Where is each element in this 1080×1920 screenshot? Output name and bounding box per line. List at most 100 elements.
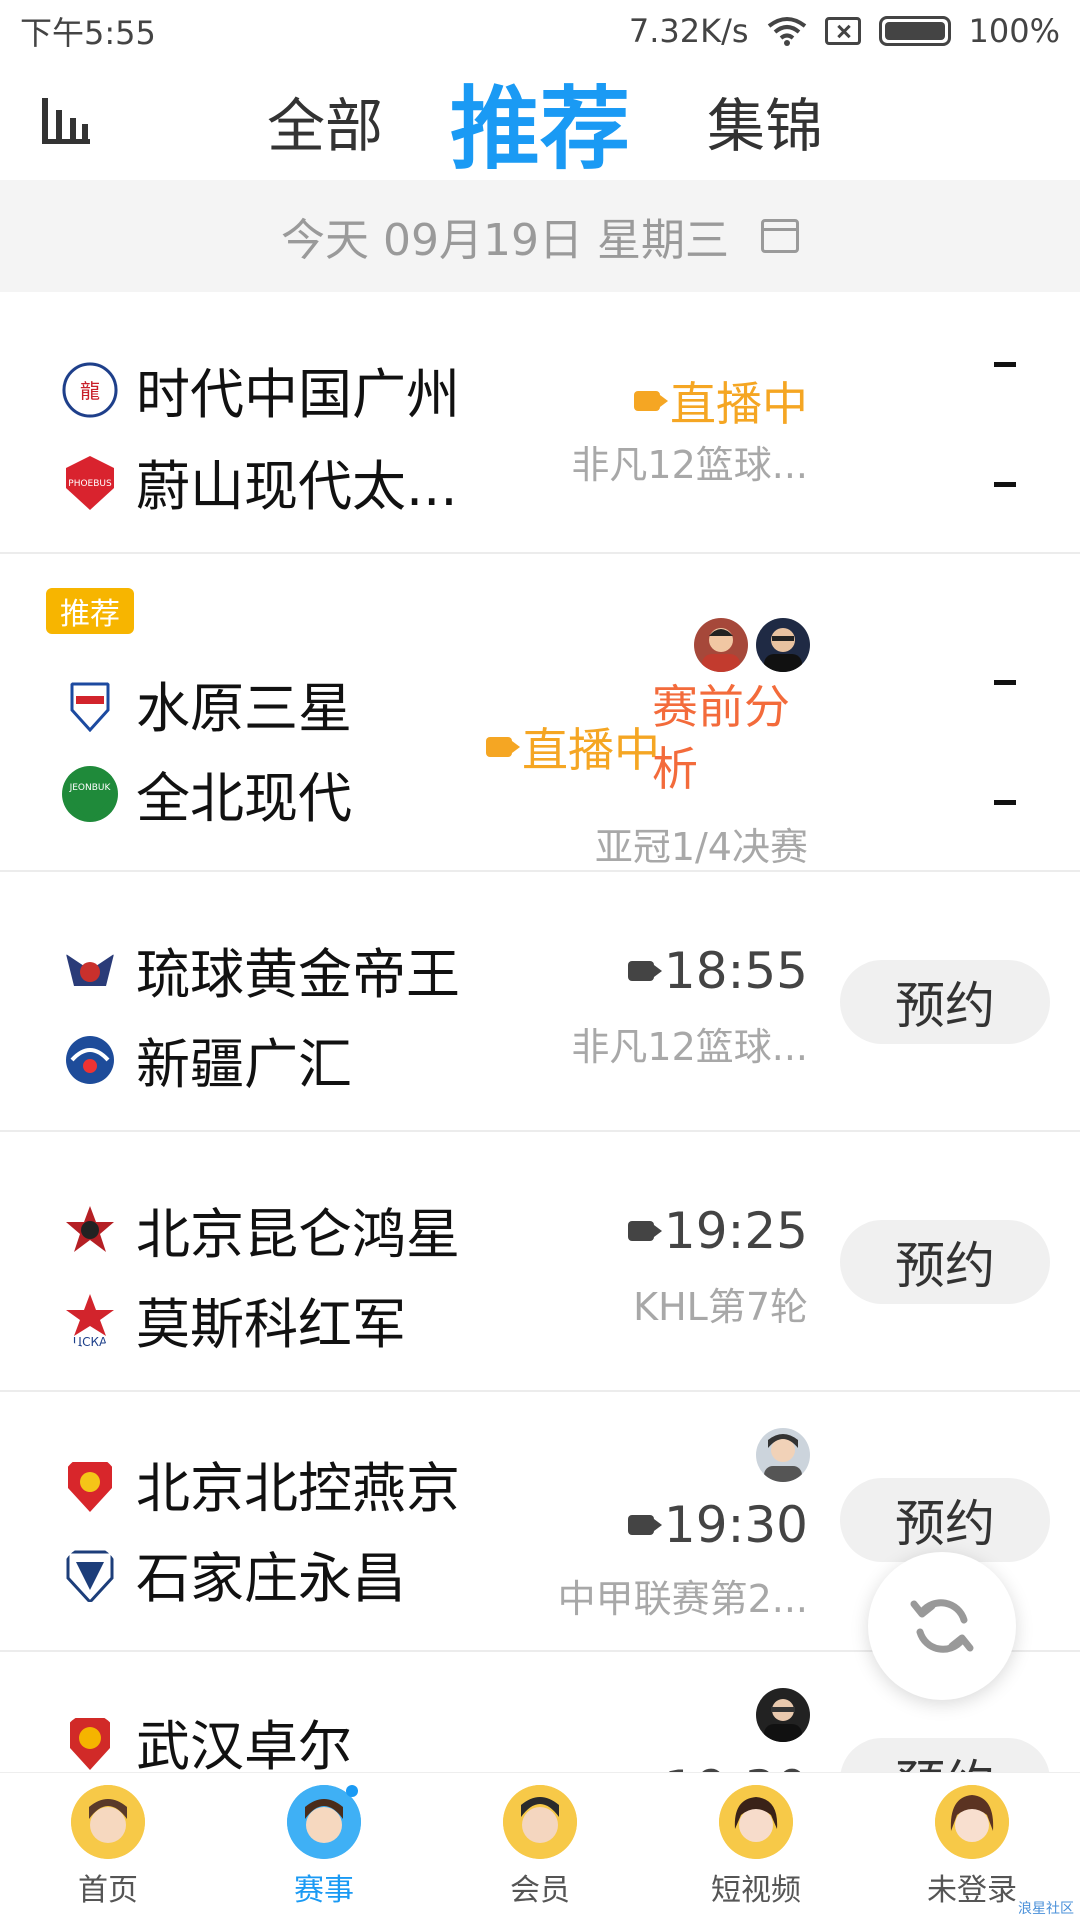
nav-short-video-avatar-icon bbox=[719, 1785, 793, 1859]
svg-text:PHOEBUS: PHOEBUS bbox=[68, 479, 112, 489]
league-name: 亚冠1/4决赛 bbox=[594, 825, 808, 869]
home-team: 武汉卓尔 bbox=[62, 1702, 352, 1781]
video-camera-icon bbox=[627, 961, 662, 981]
nav-short-video[interactable]: 短视频 bbox=[648, 1773, 864, 1920]
away-team: PHOEBUS 蔚山现代太... bbox=[62, 442, 458, 521]
match-row[interactable]: 琉球黄金帝王 新疆广汇 18:55 非凡12篮球... 预约 bbox=[0, 872, 1080, 1132]
nav-home-avatar-icon bbox=[71, 1785, 145, 1859]
team-logo bbox=[62, 1713, 118, 1770]
status-bar: 下午5:55 7.32K/s 100% bbox=[0, 0, 1080, 62]
match-row[interactable]: 推荐 水原三星 JEONBUK 全北现代 直播中 赛前分析 亚冠1/4决赛 bbox=[0, 554, 1080, 872]
nav-events-label: 赛事 bbox=[294, 1873, 354, 1908]
away-team-name: 全北现代 bbox=[136, 767, 352, 830]
team-logo: ЦСКА bbox=[62, 1291, 118, 1348]
away-team: 石家庄永昌 bbox=[62, 1534, 406, 1613]
analyst-avatar[interactable] bbox=[756, 1428, 810, 1482]
away-score-dash bbox=[994, 800, 1016, 805]
nav-member-avatar-icon bbox=[503, 1785, 577, 1859]
away-team-name: 蔚山现代太... bbox=[136, 455, 458, 518]
video-camera-icon bbox=[634, 391, 668, 411]
date-text: 今天 09月19日 星期三 bbox=[281, 215, 729, 266]
team-logo: PHOEBUS bbox=[62, 453, 118, 510]
team-logo bbox=[62, 675, 118, 732]
league-name: 非凡12篮球... bbox=[571, 1025, 808, 1069]
home-team: 琉球黄金帝王 bbox=[62, 930, 460, 1009]
watermark: 浪星社区 bbox=[1018, 1901, 1074, 1917]
team-logo: 龍 bbox=[62, 361, 118, 418]
svg-text:龍: 龍 bbox=[80, 379, 100, 403]
match-row[interactable]: 北京昆仑鸿星 ЦСКА 莫斯科红军 19:25 KHL第7轮 预约 bbox=[0, 1132, 1080, 1392]
live-status-text: 直播中 bbox=[670, 377, 808, 431]
refresh-button[interactable] bbox=[868, 1552, 1016, 1700]
live-status: 直播中 bbox=[634, 368, 808, 434]
match-time: 19:25 bbox=[627, 1202, 808, 1260]
league-name: 中甲联赛第2... bbox=[557, 1577, 808, 1621]
home-team-name: 琉球黄金帝王 bbox=[136, 943, 460, 1006]
home-team: 北京昆仑鸿星 bbox=[62, 1190, 460, 1269]
reserve-button[interactable]: 预约 bbox=[840, 1478, 1050, 1562]
home-team-name: 时代中国广州 bbox=[136, 363, 460, 426]
home-team-name: 北京昆仑鸿星 bbox=[136, 1203, 460, 1266]
wifi-icon bbox=[767, 17, 806, 46]
nav-events[interactable]: 赛事 bbox=[216, 1773, 432, 1920]
refresh-icon bbox=[910, 1599, 974, 1653]
network-speed: 7.32K/s bbox=[628, 12, 749, 50]
nav-home[interactable]: 首页 bbox=[0, 1773, 216, 1920]
league-name: 非凡12篮球... bbox=[571, 443, 808, 487]
away-team-name: 新疆广汇 bbox=[136, 1033, 352, 1096]
team-logo bbox=[62, 1455, 118, 1512]
svg-text:JEONBUK: JEONBUK bbox=[69, 783, 112, 793]
nav-login-avatar-icon bbox=[935, 1785, 1009, 1859]
away-team-name: 石家庄永昌 bbox=[136, 1547, 406, 1610]
live-status-text: 直播中 bbox=[522, 723, 660, 777]
home-team-name: 武汉卓尔 bbox=[136, 1715, 352, 1778]
team-logo bbox=[62, 1201, 118, 1258]
calendar-icon[interactable] bbox=[760, 219, 799, 253]
video-camera-icon bbox=[486, 737, 520, 757]
match-row[interactable]: 龍 时代中国广州 PHOEBUS 蔚山现代太... 直播中 非凡12篮球... bbox=[0, 292, 1080, 554]
nav-not-logged-in-label: 未登录 bbox=[927, 1873, 1017, 1908]
home-score-dash bbox=[994, 362, 1016, 367]
team-logo bbox=[62, 1031, 118, 1088]
away-team: JEONBUK 全北现代 bbox=[62, 754, 352, 833]
home-team: 水原三星 bbox=[62, 664, 352, 743]
video-camera-icon bbox=[627, 1515, 662, 1535]
team-logo bbox=[62, 1545, 118, 1602]
away-team-name: 莫斯科红军 bbox=[136, 1293, 406, 1356]
home-score-dash bbox=[994, 680, 1016, 685]
bottom-nav: 首页 赛事 会员 短视频 未登录 浪星社区 bbox=[0, 1772, 1080, 1920]
match-time-text: 18:55 bbox=[663, 942, 808, 1000]
tab-all[interactable]: 全部 bbox=[250, 62, 400, 180]
match-time: 18:55 bbox=[627, 942, 808, 1000]
nav-member-label: 会员 bbox=[510, 1873, 570, 1908]
tab-recommend[interactable]: 推荐 bbox=[440, 62, 640, 182]
notification-dot bbox=[346, 1785, 358, 1797]
reserve-button[interactable]: 预约 bbox=[840, 960, 1050, 1044]
status-time: 下午5:55 bbox=[20, 14, 156, 52]
pre-match-analysis-link[interactable]: 赛前分析 bbox=[652, 676, 802, 800]
home-team-name: 水原三星 bbox=[136, 677, 352, 740]
nav-member[interactable]: 会员 bbox=[432, 1773, 648, 1920]
date-bar[interactable]: 今天 09月19日 星期三 bbox=[0, 180, 1080, 292]
video-camera-icon bbox=[627, 1221, 662, 1241]
top-header: 全部 推荐 集锦 bbox=[0, 62, 1080, 182]
analyst-avatar[interactable] bbox=[756, 1688, 810, 1742]
away-team: ЦСКА 莫斯科红军 bbox=[62, 1280, 406, 1359]
match-time-text: 19:30 bbox=[663, 1496, 808, 1554]
svg-text:ЦСКА: ЦСКА bbox=[73, 1335, 108, 1348]
recommend-badge: 推荐 bbox=[46, 588, 134, 634]
no-sim-icon bbox=[824, 17, 861, 45]
home-team-name: 北京北控燕京 bbox=[136, 1457, 460, 1520]
tab-highlights[interactable]: 集锦 bbox=[690, 62, 840, 180]
battery-icon bbox=[878, 16, 951, 46]
league-name: KHL第7轮 bbox=[633, 1285, 808, 1329]
away-score-dash bbox=[994, 482, 1016, 487]
reserve-button[interactable]: 预约 bbox=[840, 1220, 1050, 1304]
team-logo bbox=[62, 941, 118, 998]
nav-short-video-label: 短视频 bbox=[711, 1873, 801, 1908]
analyst-avatar[interactable] bbox=[694, 618, 748, 672]
top-tabs: 全部 推荐 集锦 bbox=[0, 62, 1080, 182]
battery-percent: 100% bbox=[968, 12, 1060, 50]
app-screen: 下午5:55 7.32K/s 100% 全部 推荐 集锦 今天 09月19日 星… bbox=[0, 0, 1080, 1920]
analyst-avatar[interactable] bbox=[756, 618, 810, 672]
